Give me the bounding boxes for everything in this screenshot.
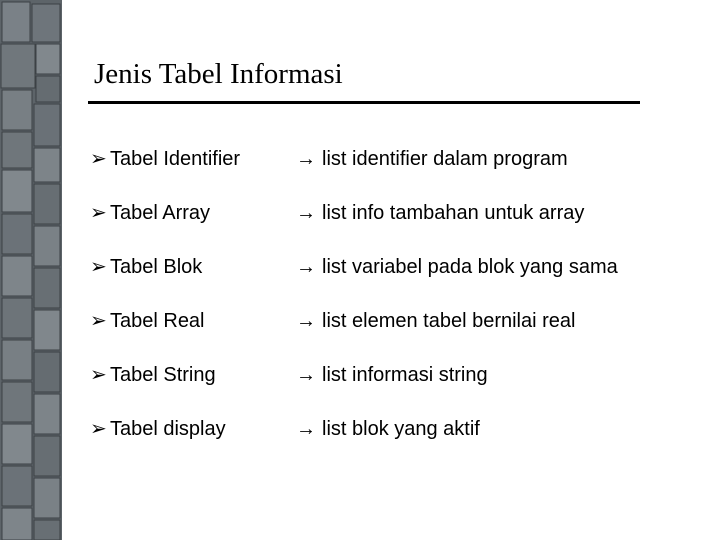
bullet-icon: ➢	[90, 416, 110, 441]
bullet-icon: ➢	[90, 308, 110, 333]
row-label: Tabel Real	[110, 310, 296, 333]
bullet-icon: ➢	[90, 254, 110, 279]
row-desc: list blok yang aktif	[322, 418, 692, 441]
row-label: Tabel Blok	[110, 256, 296, 279]
arrow-icon: →	[296, 202, 322, 225]
row-label: Tabel Array	[110, 202, 296, 225]
arrow-icon: →	[296, 418, 322, 441]
list-item: ➢ Tabel Real → list elemen tabel bernila…	[90, 308, 692, 333]
list-item: ➢ Tabel Array → list info tambahan untuk…	[90, 200, 692, 225]
sidebar-stone-texture	[0, 0, 62, 540]
row-desc: list elemen tabel bernilai real	[322, 310, 692, 333]
arrow-icon: →	[296, 310, 322, 333]
row-label: Tabel String	[110, 364, 296, 387]
row-desc: list informasi string	[322, 364, 692, 387]
row-label: Tabel display	[110, 418, 296, 441]
bullet-icon: ➢	[90, 146, 110, 171]
arrow-icon: →	[296, 364, 322, 387]
stone-wall-svg	[0, 0, 62, 540]
list-item: ➢ Tabel String → list informasi string	[90, 362, 692, 387]
arrow-icon: →	[296, 148, 322, 171]
bullet-icon: ➢	[90, 362, 110, 387]
slide-title: Jenis Tabel Informasi	[94, 58, 692, 97]
row-desc: list identifier dalam program	[322, 148, 692, 171]
list-item: ➢ Tabel Blok → list variabel pada blok y…	[90, 254, 692, 279]
row-desc: list variabel pada blok yang sama	[322, 256, 692, 279]
row-desc: list info tambahan untuk array	[322, 202, 692, 225]
arrow-icon: →	[296, 256, 322, 279]
table-rows: ➢ Tabel Identifier → list identifier dal…	[90, 146, 692, 441]
slide-content: Jenis Tabel Informasi ➢ Tabel Identifier…	[62, 0, 720, 540]
bullet-icon: ➢	[90, 200, 110, 225]
title-underline	[88, 101, 640, 104]
list-item: ➢ Tabel Identifier → list identifier dal…	[90, 146, 692, 171]
row-label: Tabel Identifier	[110, 148, 296, 171]
list-item: ➢ Tabel display → list blok yang aktif	[90, 416, 692, 441]
